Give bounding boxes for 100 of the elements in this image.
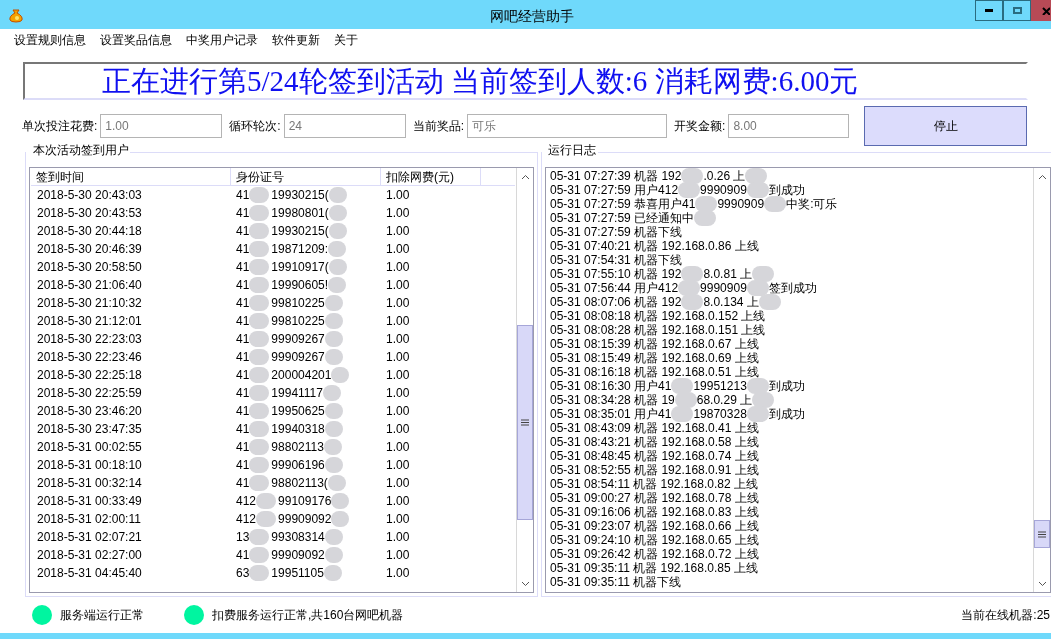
menu-item[interactable]: 中奖用户记录 — [186, 30, 258, 49]
log-text: 05-31 08:48:45 机器 192.168.0.74 上线 — [550, 449, 759, 463]
table-cell-text: 1.00 — [385, 475, 410, 492]
table-cell-text: 2018-5-30 21:12:01 — [36, 313, 143, 330]
log-text: 到成功 — [768, 407, 805, 421]
table-cell-text: 99909267 — [271, 349, 325, 366]
table-cell-text: 2018-5-30 20:44:18 — [36, 223, 143, 240]
table-cell-text: 41 — [236, 331, 250, 348]
table-cell-text: 2018-5-30 23:47:35 — [36, 421, 143, 438]
input-field[interactable]: 1.00 — [100, 114, 223, 138]
log-text: 05-31 07:40:21 机器 192.168.0.86 上线 — [550, 239, 759, 253]
menu-item[interactable]: 设置奖品信息 — [100, 30, 172, 49]
table-cell-text: 2018-5-31 02:00:11 — [36, 511, 142, 528]
blur-patch — [323, 565, 342, 581]
blur-patch — [324, 295, 343, 311]
table-cell-text: 99909267 — [271, 331, 325, 348]
panel-title: 运行日志 — [547, 144, 597, 156]
table-cell-text: 2018-5-31 04:45:40 — [36, 565, 143, 582]
table-cell-text: 41 — [236, 547, 250, 564]
table-cell-text: 98802113 — [271, 439, 324, 456]
blur-patch — [249, 259, 270, 275]
field-label: 开奖金额: — [674, 118, 726, 135]
log-text: 中奖:可乐 — [786, 197, 838, 211]
blur-patch — [249, 367, 270, 383]
scrollbar[interactable] — [1033, 168, 1050, 592]
log-text: 05-31 08:08:18 机器 192.168.0.152 上线 — [550, 309, 766, 323]
blur-patch — [249, 565, 270, 581]
table-cell-text: 19990605! — [271, 277, 329, 294]
input-field[interactable]: 24 — [283, 114, 406, 138]
table-cell-text: 1.00 — [385, 565, 410, 582]
table-cell-text: 41 — [236, 277, 250, 294]
table-cell-text: 1.00 — [385, 277, 410, 294]
log-text: 到成功 — [768, 183, 805, 197]
scrollbar[interactable] — [516, 168, 533, 592]
blur-patch — [249, 385, 270, 401]
table-cell-text: 41 — [236, 349, 250, 366]
blur-patch — [322, 385, 341, 401]
log-text: 05-31 09:23:07 机器 192.168.0.66 上线 — [550, 519, 759, 533]
blur-patch — [324, 313, 343, 329]
column-header[interactable]: 扣除网费(元) — [381, 168, 481, 185]
blur-patch — [249, 349, 270, 365]
table-cell-text: 2018-5-30 23:46:20 — [36, 403, 143, 420]
scroll-thumb[interactable] — [517, 325, 533, 521]
log-text: 05-31 07:27:59 恭喜用户41 — [550, 197, 696, 211]
blur-patch — [678, 182, 701, 198]
table-cell-text: 2018-5-31 00:32:14 — [36, 475, 143, 492]
window-title: 网吧经营助手 — [490, 7, 574, 26]
table-cell-text: 1.00 — [385, 187, 410, 204]
log-text: .0.26 上 — [703, 169, 746, 183]
blur-patch — [746, 378, 769, 394]
blur-patch — [249, 241, 270, 257]
blur-patch — [764, 196, 787, 212]
blur-patch — [324, 403, 343, 419]
field-label: 当前奖品: — [412, 118, 465, 135]
table-cell-text: 2018-5-30 21:06:40 — [36, 277, 143, 294]
log-text: 05-31 08:16:30 用户41 — [550, 379, 672, 393]
table-cell-text: 19940318 — [271, 421, 325, 438]
online-count: 当前在线机器:25 — [961, 607, 1051, 624]
blur-patch — [249, 547, 270, 563]
log-text: 9990909 — [700, 281, 747, 295]
table-cell-text: 41 — [236, 313, 250, 330]
scroll-thumb[interactable] — [1034, 520, 1050, 548]
blur-patch — [671, 406, 694, 422]
log-text: 05-31 07:56:44 用户412 — [550, 281, 679, 295]
field-label: 循环轮次: — [229, 118, 281, 135]
table-cell-text: 19980801( — [271, 205, 329, 222]
blur-patch — [249, 475, 270, 491]
input-field[interactable]: 可乐 — [467, 114, 668, 138]
menu-item[interactable]: 关于 — [334, 30, 358, 49]
table-cell-text: 19871209: — [271, 241, 329, 258]
log-text: 到成功 — [768, 379, 805, 393]
table-cell-text: 2018-5-30 22:23:46 — [36, 349, 143, 366]
blur-patch — [249, 439, 270, 455]
input-field[interactable]: 8.00 — [728, 114, 850, 138]
table-cell-text: 1.00 — [385, 223, 410, 240]
table-cell-text: 1.00 — [385, 511, 410, 528]
table-cell-text: 19930215( — [271, 223, 329, 240]
blur-patch — [249, 421, 270, 437]
table-cell-text: 2018-5-31 02:27:00 — [36, 547, 143, 564]
log-text: 9990909 — [717, 197, 765, 211]
table-cell-text: 41 — [236, 295, 250, 312]
table-cell-text: 99109176 — [278, 493, 332, 510]
blur-patch — [249, 403, 270, 419]
log-text: 19951213 — [693, 379, 747, 393]
table-cell-text: 41 — [236, 205, 250, 222]
log-text: 05-31 09:26:42 机器 192.168.0.72 上线 — [550, 547, 759, 561]
stop-button[interactable]: 停止 — [864, 106, 1028, 146]
table-cell-text: 41 — [236, 367, 250, 384]
table-cell-text: 19951105 — [271, 565, 324, 582]
table-cell-text: 63 — [236, 565, 250, 582]
minimize-button[interactable] — [975, 0, 1003, 21]
blur-patch — [249, 331, 270, 347]
column-header[interactable]: 签到时间 — [31, 168, 231, 185]
log-text: 05-31 08:52:55 机器 192.168.0.91 上线 — [550, 463, 759, 477]
menu-item[interactable]: 软件更新 — [272, 30, 320, 49]
column-header[interactable]: 身份证号 — [231, 168, 381, 185]
close-button[interactable] — [1031, 0, 1051, 21]
log-text: 05-31 07:54:31 机器下线 — [550, 253, 683, 267]
menu-item[interactable]: 设置规则信息 — [14, 30, 86, 49]
blur-patch — [324, 547, 343, 563]
